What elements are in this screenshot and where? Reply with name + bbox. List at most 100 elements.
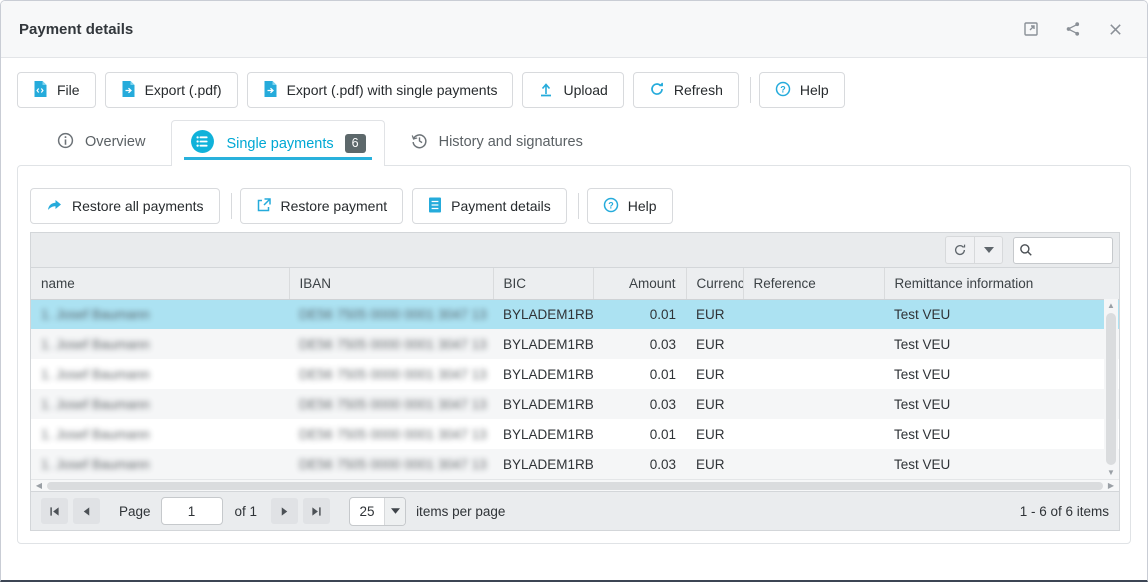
column-header-remittance[interactable]: Remittance information <box>884 268 1119 299</box>
cell-currency: EUR <box>686 329 743 359</box>
share-icon[interactable] <box>1059 15 1087 43</box>
tab-history-and-signatures[interactable]: History and signatures <box>385 119 609 165</box>
help-icon: ? <box>603 197 619 216</box>
cell-currency: EUR <box>686 419 743 449</box>
cell-name: 1. Josef Baumann <box>31 359 289 389</box>
export-pdf-button[interactable]: Export (.pdf) <box>105 72 238 108</box>
cell-remittance: Test VEU <box>884 389 1119 419</box>
column-header-currency[interactable]: Currency <box>686 268 743 299</box>
column-header-bic[interactable]: BIC <box>493 268 593 299</box>
panel-toolbar: Restore all payments Restore payment Pay… <box>30 188 1118 224</box>
titlebar: Payment details <box>1 1 1147 58</box>
export-pdf-icon <box>263 81 278 100</box>
tab-overview[interactable]: Overview <box>31 119 171 165</box>
grid-toolbar <box>31 233 1119 268</box>
upload-button[interactable]: Upload <box>522 72 623 108</box>
popout-icon[interactable] <box>1017 15 1045 43</box>
payment-details-window: Payment details File Export (.pdf) Expor… <box>0 0 1148 582</box>
page-size-caret-down-icon <box>384 498 405 525</box>
horizontal-scroll-thumb[interactable] <box>47 482 1103 490</box>
info-icon <box>57 132 74 153</box>
file-button[interactable]: File <box>17 72 96 108</box>
cell-currency: EUR <box>686 359 743 389</box>
cell-currency: EUR <box>686 389 743 419</box>
single-payments-panel: Restore all payments Restore payment Pay… <box>17 165 1131 544</box>
column-header-reference[interactable]: Reference <box>743 268 884 299</box>
help-button[interactable]: ? Help <box>587 188 673 224</box>
svg-text:?: ? <box>608 200 614 210</box>
cell-amount: 0.03 <box>593 329 686 359</box>
help-button[interactable]: ? Help <box>759 72 845 108</box>
next-page-button[interactable] <box>271 498 298 524</box>
page-size-select[interactable]: 25 <box>349 497 406 526</box>
table-row[interactable]: 1. Josef Baumann DE56 7505 0000 0001 304… <box>31 299 1119 329</box>
cell-remittance: Test VEU <box>884 329 1119 359</box>
items-per-page-label: items per page <box>416 504 505 519</box>
tab-single-payments[interactable]: Single payments 6 <box>171 120 384 166</box>
cell-iban: DE56 7505 0000 0001 3047 13 <box>289 299 493 329</box>
cell-bic: BYLADEM1RBG <box>493 449 593 479</box>
restore-payment-button[interactable]: Restore payment <box>240 188 404 224</box>
export-pdf-single-payments-button[interactable]: Export (.pdf) with single payments <box>247 72 514 108</box>
file-icon <box>33 81 48 100</box>
vertical-scroll-thumb[interactable] <box>1106 313 1116 465</box>
refresh-button[interactable]: Refresh <box>633 72 739 108</box>
grid-search <box>1013 237 1113 264</box>
close-icon[interactable] <box>1101 15 1129 43</box>
table-row[interactable]: 1. Josef Baumann DE56 7505 0000 0001 304… <box>31 329 1119 359</box>
export-pdf-icon <box>121 81 136 100</box>
cell-remittance: Test VEU <box>884 359 1119 389</box>
scroll-right-icon[interactable]: ▶ <box>1105 481 1117 490</box>
table-row[interactable]: 1. Josef Baumann DE56 7505 0000 0001 304… <box>31 359 1119 389</box>
cell-amount: 0.01 <box>593 299 686 329</box>
restore-all-payments-button[interactable]: Restore all payments <box>30 188 220 224</box>
column-header-iban[interactable]: IBAN <box>289 268 493 299</box>
search-icon <box>1019 243 1033 257</box>
upload-button-label: Upload <box>563 82 607 98</box>
refresh-icon <box>649 81 665 100</box>
restore-payment-icon <box>256 197 272 216</box>
scroll-down-icon[interactable]: ▼ <box>1107 466 1115 479</box>
cell-bic: BYLADEM1RBG <box>493 329 593 359</box>
restore-all-payments-button-label: Restore all payments <box>72 198 204 214</box>
page-size-value: 25 <box>350 498 384 525</box>
help-button-label: Help <box>628 198 657 214</box>
payment-details-button[interactable]: Payment details <box>412 188 567 224</box>
payments-table: name IBAN BIC Amount Currency Reference … <box>31 268 1119 479</box>
grid-refresh-icon[interactable] <box>945 236 974 264</box>
cell-name: 1. Josef Baumann <box>31 299 289 329</box>
window-title: Payment details <box>19 21 133 38</box>
cell-bic: BYLADEM1RBG <box>493 359 593 389</box>
vertical-scrollbar[interactable]: ▲ ▼ <box>1104 299 1118 479</box>
previous-page-button[interactable] <box>73 498 100 524</box>
table-row[interactable]: 1. Josef Baumann DE56 7505 0000 0001 304… <box>31 449 1119 479</box>
items-range-label: 1 - 6 of 6 items <box>1020 504 1109 519</box>
export-pdf-single-payments-button-label: Export (.pdf) with single payments <box>287 82 498 98</box>
list-icon <box>190 129 215 158</box>
toolbar-separator <box>750 77 751 103</box>
grid-menu-caret-down-icon[interactable] <box>974 236 1003 264</box>
table-row[interactable]: 1. Josef Baumann DE56 7505 0000 0001 304… <box>31 389 1119 419</box>
tab-strip: Overview Single payments 6 History and s… <box>1 108 1147 165</box>
single-payments-count-badge: 6 <box>345 134 366 153</box>
table-row[interactable]: 1. Josef Baumann DE56 7505 0000 0001 304… <box>31 419 1119 449</box>
help-icon: ? <box>775 81 791 100</box>
horizontal-scrollbar[interactable]: ◀ ▶ <box>31 479 1119 491</box>
payment-details-button-label: Payment details <box>451 198 551 214</box>
page-of-label: of 1 <box>235 504 258 519</box>
cell-reference <box>743 389 884 419</box>
panel-toolbar-separator <box>578 193 579 219</box>
last-page-button[interactable] <box>303 498 330 524</box>
search-input[interactable] <box>1033 243 1103 258</box>
scroll-left-icon[interactable]: ◀ <box>33 481 45 490</box>
column-header-amount[interactable]: Amount <box>593 268 686 299</box>
first-page-button[interactable] <box>41 498 68 524</box>
table-header-row: name IBAN BIC Amount Currency Reference … <box>31 268 1119 299</box>
cell-currency: EUR <box>686 449 743 479</box>
cell-amount: 0.01 <box>593 419 686 449</box>
scroll-up-icon[interactable]: ▲ <box>1107 299 1115 312</box>
column-header-name[interactable]: name <box>31 268 289 299</box>
table-body: 1. Josef Baumann DE56 7505 0000 0001 304… <box>31 299 1119 479</box>
cell-amount: 0.03 <box>593 449 686 479</box>
page-number-input[interactable] <box>161 497 223 525</box>
